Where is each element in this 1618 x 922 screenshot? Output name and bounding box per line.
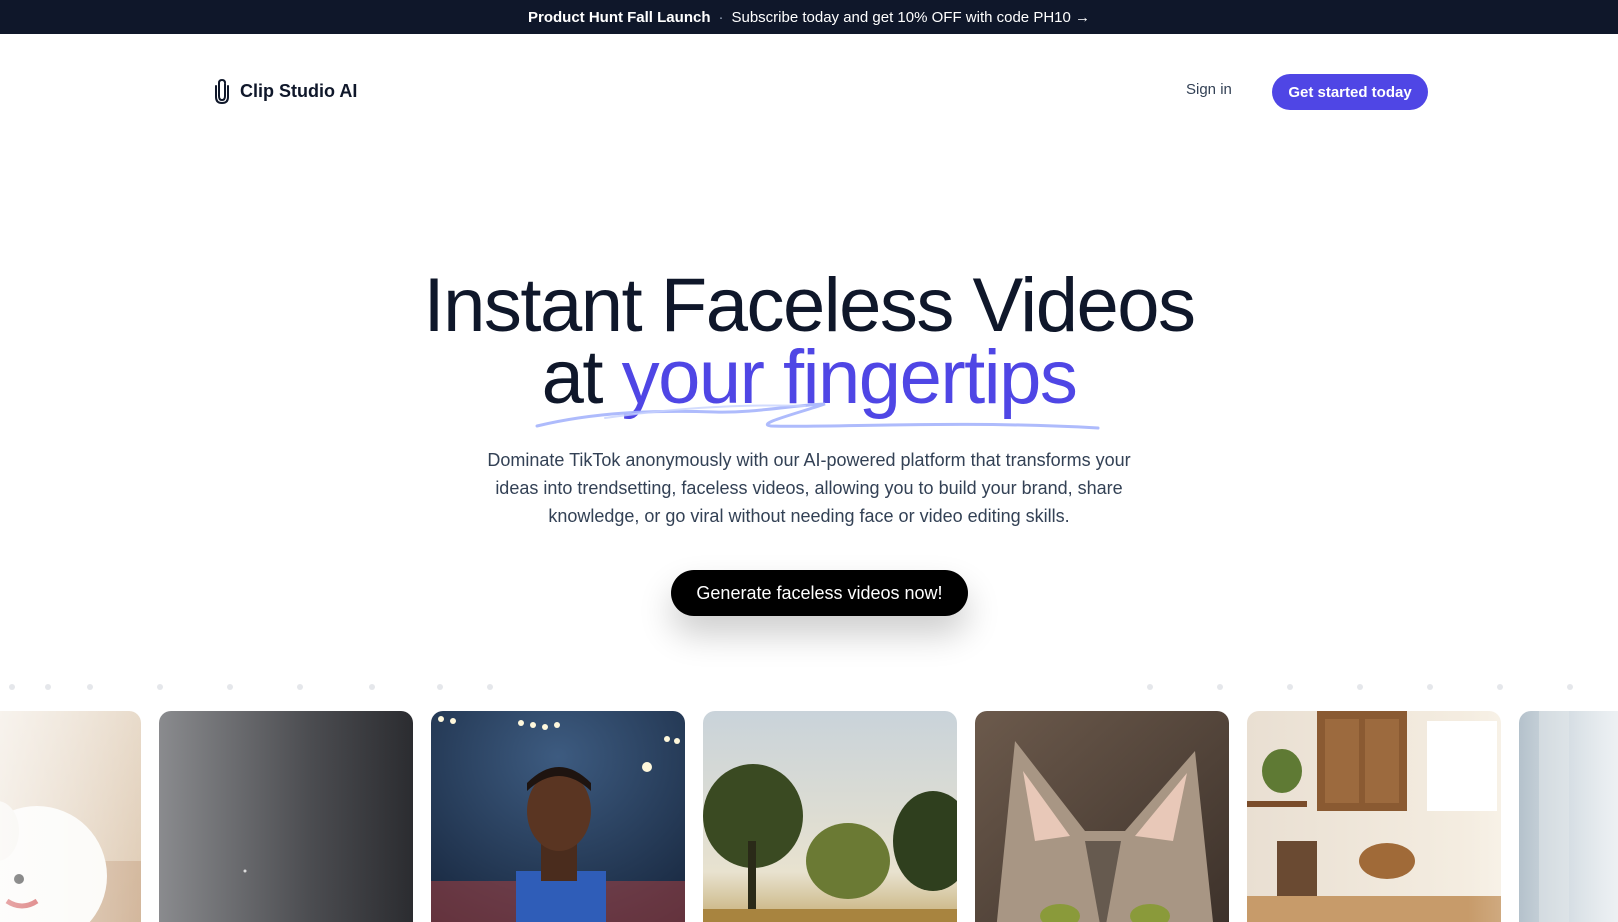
window-thumbnail: [1519, 711, 1618, 922]
brand-logo[interactable]: Clip Studio AI: [212, 78, 358, 105]
video-gallery: [0, 711, 1618, 922]
hero-title-accent: your fingertips: [621, 335, 1078, 420]
decorative-dots: [9, 684, 1573, 690]
kitchen-thumbnail: [1247, 711, 1501, 922]
soccer-thumbnail: [431, 711, 685, 922]
gallery-card-soccer[interactable]: [431, 711, 685, 922]
hero-title-prefix: at: [541, 335, 604, 420]
banner-message[interactable]: Subscribe today and get 10% OFF with cod…: [731, 9, 1090, 26]
hero-title-line2: at your fingertips: [0, 340, 1618, 416]
cat-thumbnail: [975, 711, 1229, 922]
trees-thumbnail: [703, 711, 957, 922]
paperclip-icon: [212, 78, 232, 105]
sign-in-link[interactable]: Sign in: [1186, 81, 1232, 98]
dark-gradient-thumbnail: [159, 711, 413, 922]
gallery-card-cat[interactable]: [975, 711, 1229, 922]
announcement-banner[interactable]: Product Hunt Fall Launch · Subscribe tod…: [0, 0, 1618, 34]
gallery-card-dog[interactable]: [0, 711, 141, 922]
banner-highlight: Product Hunt Fall Launch: [527, 8, 711, 26]
banner-separator: ·: [718, 8, 724, 26]
get-started-button[interactable]: Get started today: [1272, 74, 1428, 110]
gallery-card-dark[interactable]: [159, 711, 413, 922]
brand-name: Clip Studio AI: [240, 80, 358, 101]
gallery-card-kitchen[interactable]: [1247, 711, 1501, 922]
dog-thumbnail: [0, 711, 141, 922]
hero-title-line1: Instant Faceless Videos: [423, 263, 1197, 348]
hero-subtitle: Dominate TikTok anonymously with our AI-…: [487, 450, 1131, 526]
hero-title: Instant Faceless Videos at your fingerti…: [0, 263, 1618, 416]
gallery-card-trees[interactable]: [703, 711, 957, 922]
gallery-card-window[interactable]: [1519, 711, 1618, 922]
site-header: Clip Studio AI Sign in Get started today: [0, 34, 1618, 149]
generate-videos-button[interactable]: Generate faceless videos now!: [671, 570, 968, 616]
